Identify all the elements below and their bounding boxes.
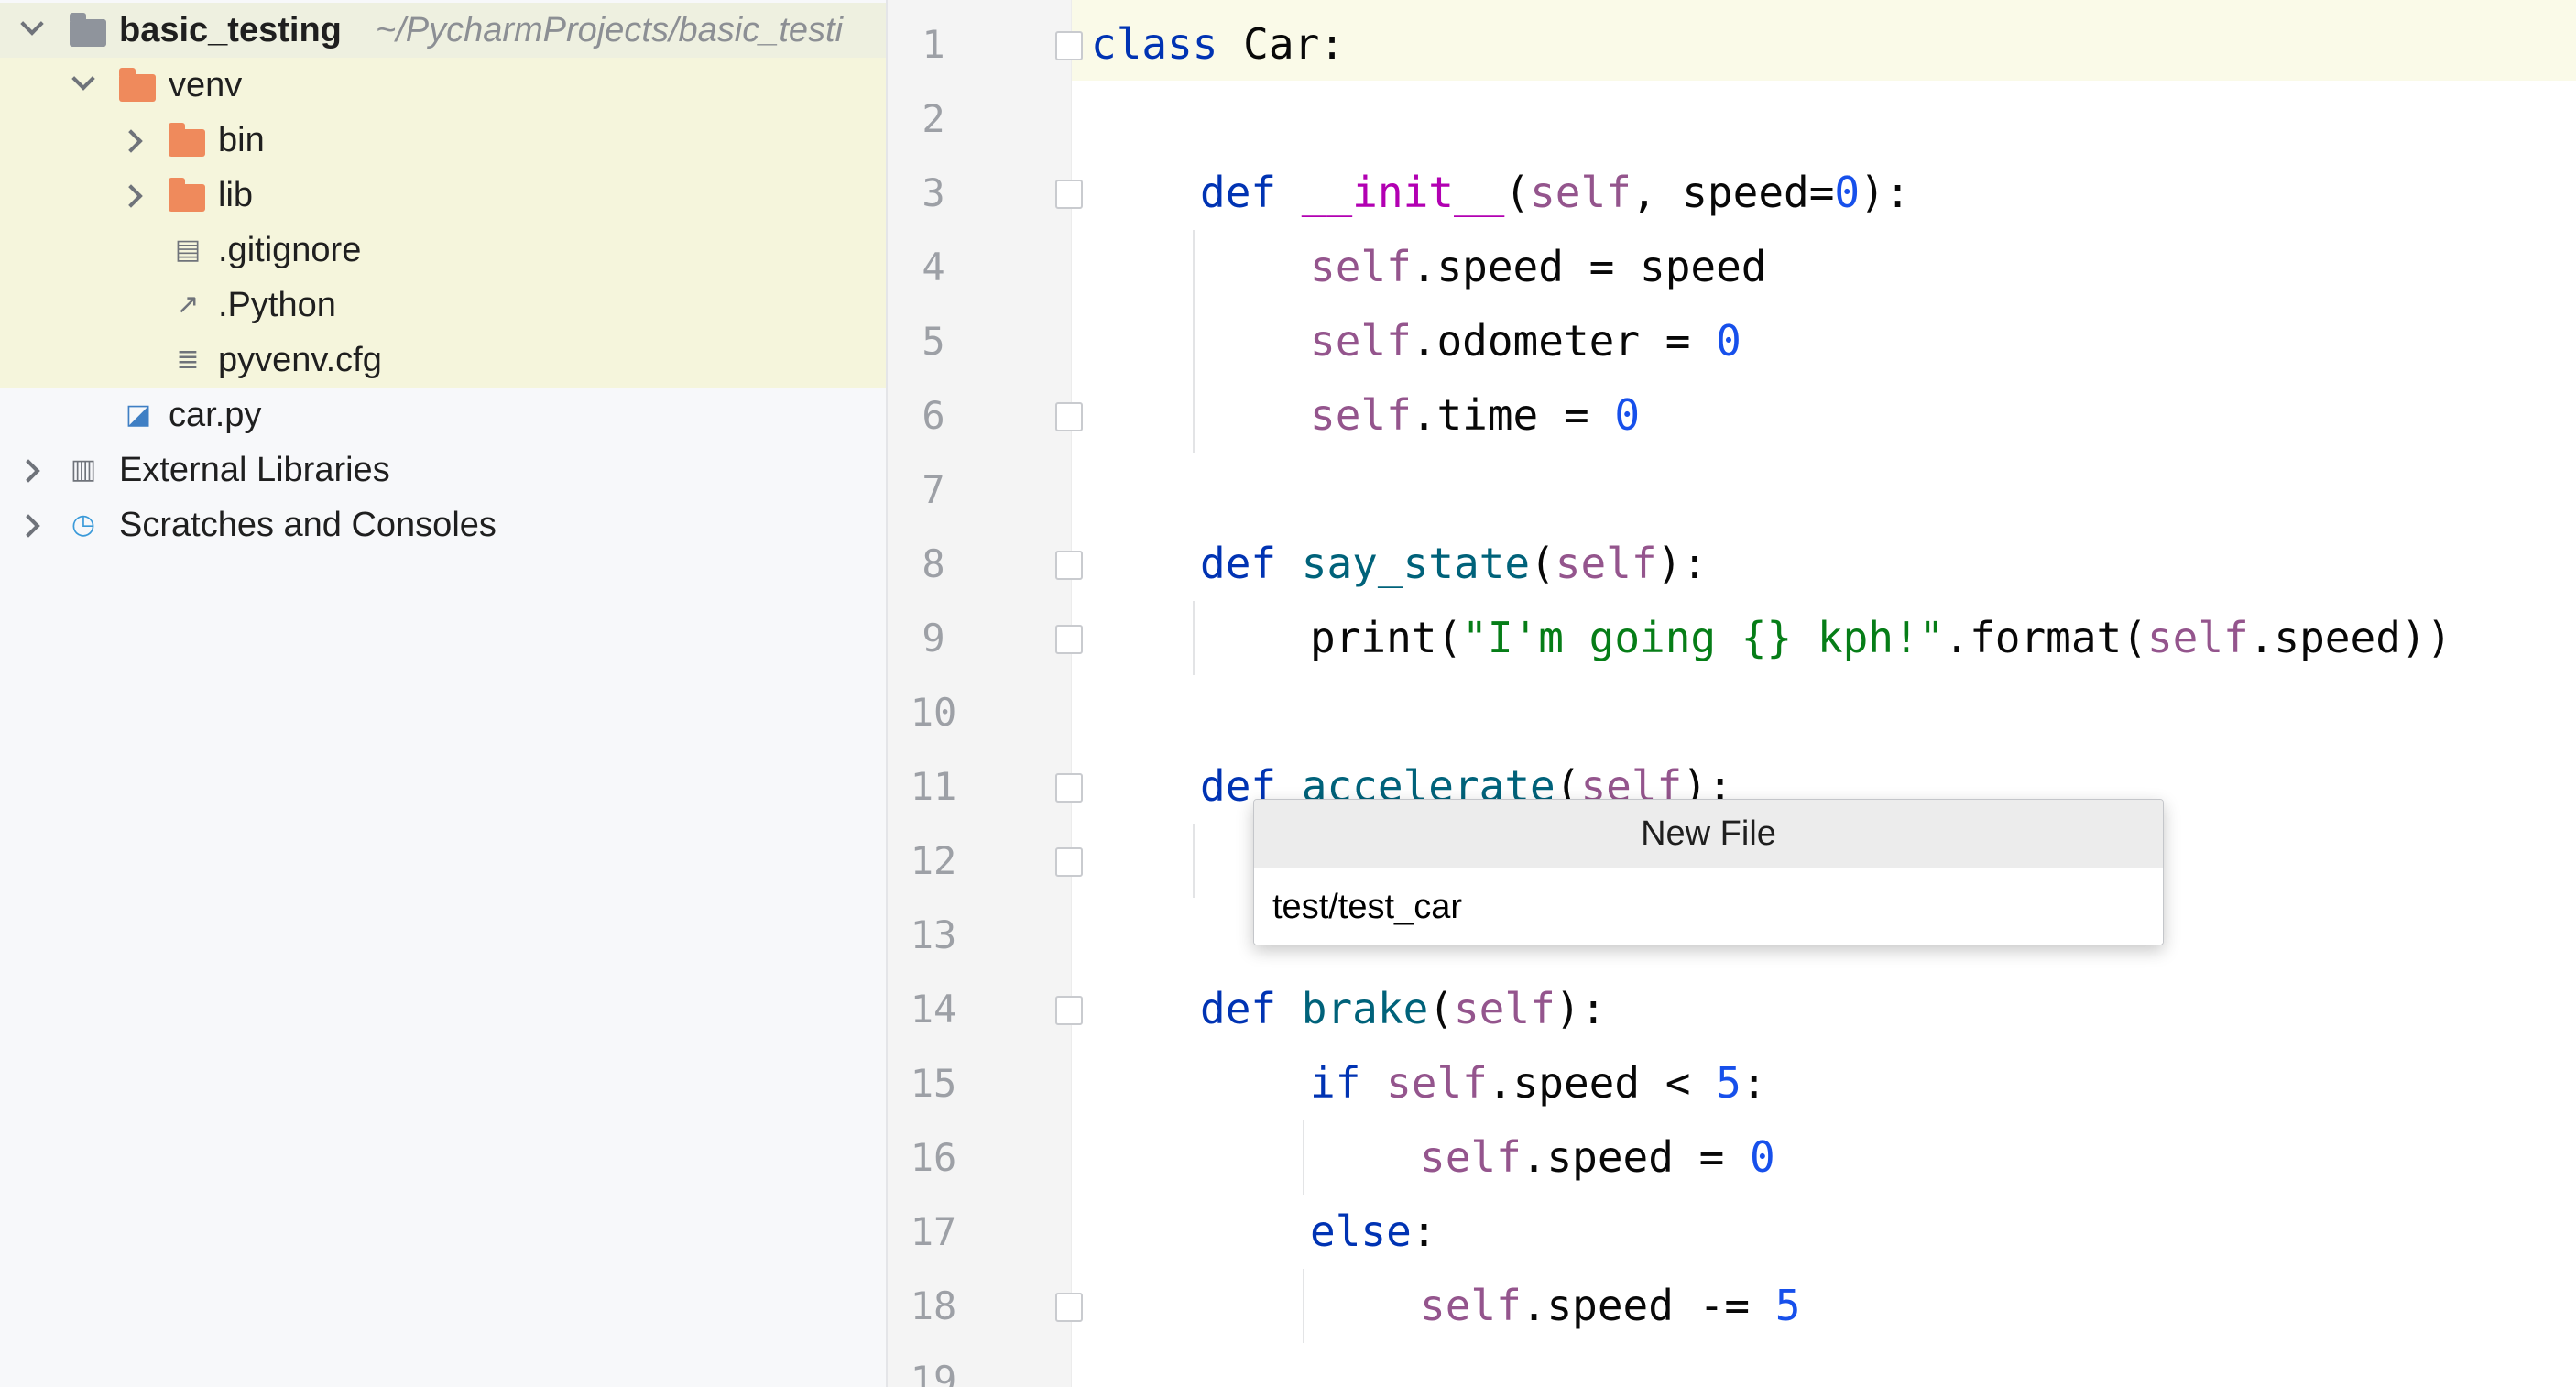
fold-marker-icon[interactable] <box>1055 847 1083 877</box>
code-line: self.speed -= 5 <box>1420 1281 1801 1330</box>
chevron-down-icon[interactable] <box>20 12 44 36</box>
fold-marker-icon[interactable] <box>1055 1293 1083 1322</box>
line-number: 4 <box>922 245 945 289</box>
tree-item-label: .Python <box>218 285 336 324</box>
line-number: 9 <box>922 616 945 661</box>
line-number: 19 <box>910 1358 957 1387</box>
new-file-dialog-title: New File <box>1254 800 2163 868</box>
tree-item-label: car.py <box>169 395 262 434</box>
line-number: 16 <box>910 1135 957 1180</box>
code-line: def brake(self): <box>1200 984 1607 1033</box>
tree-item-label: Scratches and Consoles <box>119 505 497 544</box>
new-file-dialog: New File <box>1253 799 2164 945</box>
line-number: 5 <box>922 319 945 364</box>
tree-item-gitignore[interactable]: ▤ .gitignore <box>0 223 886 278</box>
code-line: self.time = 0 <box>1310 390 1641 440</box>
tree-item-label: External Libraries <box>119 450 390 489</box>
line-number: 12 <box>910 838 957 883</box>
line-number: 6 <box>922 393 945 438</box>
chevron-right-icon[interactable] <box>16 514 40 538</box>
tree-item-label: .gitignore <box>218 230 362 269</box>
folder-icon <box>70 13 106 47</box>
indent-guide <box>1193 230 1195 453</box>
tree-root-basic-testing[interactable]: basic_testing ~/PycharmProjects/basic_te… <box>0 3 886 58</box>
tree-item-label: venv <box>169 65 243 104</box>
chevron-right-icon[interactable] <box>119 129 143 153</box>
fold-marker-icon[interactable] <box>1055 625 1083 654</box>
indent-guide <box>1193 601 1195 675</box>
folder-icon <box>119 68 156 102</box>
line-number: 10 <box>910 690 957 735</box>
line-number: 18 <box>910 1283 957 1328</box>
tree-item-label: bin <box>218 120 265 159</box>
tree-item-scratches[interactable]: ◷ Scratches and Consoles <box>0 497 886 552</box>
folder-icon <box>169 178 205 212</box>
code-line: def __init__(self, speed=0): <box>1200 168 1911 217</box>
fold-marker-icon[interactable] <box>1055 996 1083 1025</box>
line-number: 7 <box>922 467 945 512</box>
tree-item-external-libraries[interactable]: ▥ External Libraries <box>0 442 886 497</box>
tree-item-pyvenv-cfg[interactable]: ≣ pyvenv.cfg <box>0 333 886 388</box>
new-file-name-input[interactable] <box>1254 868 2163 945</box>
line-number: 17 <box>910 1209 957 1254</box>
line-number: 15 <box>910 1061 957 1106</box>
line-number: 13 <box>910 912 957 957</box>
chevron-down-icon[interactable] <box>71 67 95 91</box>
folder-icon <box>169 123 205 157</box>
fold-marker-icon[interactable] <box>1055 402 1083 431</box>
project-tree-panel: basic_testing ~/PycharmProjects/basic_te… <box>0 0 888 1387</box>
code-line: print("I'm going {} kph!".format(self.sp… <box>1310 613 2452 662</box>
config-file-icon: ≣ <box>176 344 200 375</box>
code-editor[interactable]: 1 2 3 4 5 6 7 8 9 10 11 12 13 14 15 16 1… <box>888 0 2576 1387</box>
tree-item-label: pyvenv.cfg <box>218 340 382 379</box>
tree-item-venv[interactable]: venv <box>0 58 886 113</box>
fold-marker-icon[interactable] <box>1055 180 1083 209</box>
symlink-file-icon: ↗ <box>176 289 200 320</box>
project-path: ~/PycharmProjects/basic_testi <box>376 10 844 49</box>
libraries-icon: ▥ <box>70 454 97 485</box>
tree-item-lib[interactable]: lib <box>0 168 886 223</box>
ignored-file-icon: ▤ <box>174 235 202 265</box>
project-name: basic_testing <box>119 10 342 49</box>
line-number: 3 <box>922 170 945 215</box>
code-line: self.speed = speed <box>1310 242 1767 291</box>
tree-item-car-py[interactable]: ◪ car.py <box>0 388 886 442</box>
tree-item-python-link[interactable]: ↗ .Python <box>0 278 886 333</box>
fold-marker-icon[interactable] <box>1055 31 1083 60</box>
line-number: 2 <box>922 96 945 141</box>
code-line: def say_state(self): <box>1200 539 1708 588</box>
chevron-right-icon[interactable] <box>16 459 40 483</box>
code-line: class Car: <box>1091 19 1345 69</box>
chevron-right-icon[interactable] <box>119 184 143 208</box>
line-number: 11 <box>910 764 957 809</box>
tree-item-bin[interactable]: bin <box>0 113 886 168</box>
code-line: else: <box>1310 1207 1437 1256</box>
scratches-icon: ◷ <box>71 509 96 540</box>
code-line: self.speed = 0 <box>1420 1132 1775 1182</box>
indent-guide <box>1193 824 1195 898</box>
code-line: self.odometer = 0 <box>1310 316 1741 366</box>
line-number: 1 <box>922 22 945 67</box>
line-number: 8 <box>922 541 945 586</box>
indent-guide <box>1303 1269 1304 1343</box>
indent-guide <box>1303 1120 1304 1195</box>
code-line: if self.speed < 5: <box>1310 1058 1767 1108</box>
pycharm-window: basic_testing ~/PycharmProjects/basic_te… <box>0 0 2576 1387</box>
line-number: 14 <box>910 987 957 1032</box>
fold-marker-icon[interactable] <box>1055 551 1083 580</box>
python-file-icon: ◪ <box>125 399 152 430</box>
fold-marker-icon[interactable] <box>1055 773 1083 803</box>
tree-item-label: lib <box>218 175 254 214</box>
